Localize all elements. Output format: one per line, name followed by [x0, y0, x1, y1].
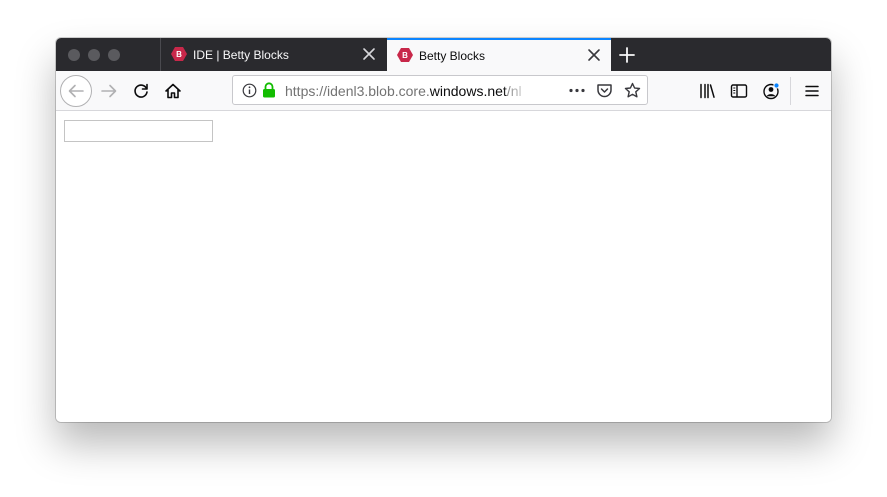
- new-tab-icon[interactable]: [618, 46, 636, 64]
- svg-text:B: B: [176, 50, 182, 59]
- window-close-button[interactable]: [68, 49, 80, 61]
- betty-blocks-logo-icon: B: [397, 48, 413, 62]
- window-zoom-button[interactable]: [108, 49, 120, 61]
- info-icon[interactable]: [242, 83, 257, 98]
- tab-bar: B IDE | Betty Blocks B Betty Blocks: [56, 38, 831, 71]
- toolbar-separator: [790, 77, 791, 105]
- nav-toolbar: https://idenl3.blob.core.windows.net/nl: [56, 71, 831, 111]
- reload-icon: [132, 82, 150, 100]
- browser-window: B IDE | Betty Blocks B Betty Blocks http…: [56, 38, 831, 422]
- forward-button[interactable]: [97, 79, 121, 103]
- back-button[interactable]: [60, 75, 92, 107]
- pocket-icon[interactable]: [596, 82, 613, 99]
- window-minimize-button[interactable]: [88, 49, 100, 61]
- lock-icon[interactable]: [262, 82, 276, 98]
- close-tab-icon[interactable]: [362, 47, 376, 61]
- tab-title: IDE | Betty Blocks: [193, 47, 289, 62]
- svg-text:B: B: [402, 51, 408, 60]
- more-icon[interactable]: [568, 83, 586, 98]
- page-text-input[interactable]: [64, 120, 213, 142]
- home-button[interactable]: [161, 79, 185, 103]
- betty-blocks-logo-icon: B: [171, 47, 187, 61]
- sidebar-icon: [730, 82, 748, 100]
- back-icon: [67, 82, 85, 100]
- tab-ide-betty-blocks[interactable]: B IDE | Betty Blocks: [160, 38, 386, 71]
- bookmark-star-icon[interactable]: [624, 82, 641, 99]
- close-tab-icon[interactable]: [587, 48, 601, 62]
- sidebar-button[interactable]: [727, 79, 751, 103]
- url-host: windows.net: [429, 83, 507, 99]
- menu-button[interactable]: [800, 79, 824, 103]
- tab-title: Betty Blocks: [419, 48, 486, 63]
- url-bar[interactable]: https://idenl3.blob.core.windows.net/nl: [232, 75, 648, 105]
- library-button[interactable]: [695, 79, 719, 103]
- reload-button[interactable]: [129, 79, 153, 103]
- forward-icon: [100, 82, 118, 100]
- home-icon: [164, 82, 182, 100]
- tab-betty-blocks[interactable]: B Betty Blocks: [387, 38, 611, 71]
- url-suffix: /nl: [506, 83, 522, 99]
- url-text[interactable]: https://idenl3.blob.core.windows.net/nl: [285, 83, 532, 99]
- url-prefix: https://idenl3.blob.core.: [285, 83, 430, 99]
- menu-icon: [803, 82, 821, 100]
- library-icon: [698, 82, 716, 100]
- account-button[interactable]: [759, 79, 783, 103]
- page-content: [56, 111, 831, 422]
- account-icon: [762, 82, 780, 100]
